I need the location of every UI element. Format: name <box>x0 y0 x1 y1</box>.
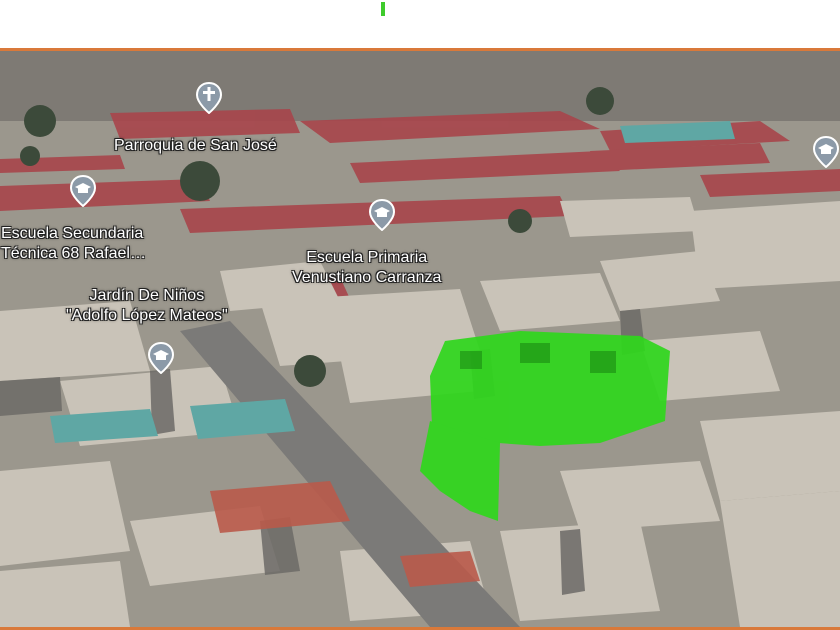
place-of-worship-pin-icon[interactable] <box>196 82 222 114</box>
place-label-line: Técnica 68 Rafael… <box>1 245 146 262</box>
school-pin-icon[interactable] <box>148 342 174 374</box>
place-label-line: Venustiano Carranza <box>292 269 442 286</box>
school-pin-icon[interactable] <box>369 199 395 231</box>
map-3d-view[interactable]: Parroquia de San José Escuela Secundaria… <box>0 51 840 627</box>
place-label-line: "Adolfo López Mateos" <box>66 307 228 324</box>
place-label-escuela-primaria[interactable]: Escuela Primaria Venustiano Carranza <box>292 248 441 288</box>
green-indicator-mark <box>381 2 385 16</box>
place-label-line: Escuela Secundaria <box>1 225 144 242</box>
place-label-line: Parroquia de San José <box>114 137 277 154</box>
school-pin-icon[interactable] <box>70 175 96 207</box>
place-label-line: Escuela Primaria <box>306 249 428 266</box>
school-pin-icon[interactable] <box>813 136 839 168</box>
top-bar <box>0 0 840 48</box>
place-label-parroquia[interactable]: Parroquia de San José <box>114 136 277 156</box>
place-label-line: Jardín De Niños <box>89 287 205 304</box>
place-label-escuela-secundaria[interactable]: Escuela Secundaria Técnica 68 Rafael… <box>1 224 146 264</box>
place-label-jardin-de-ninos[interactable]: Jardín De Niños "Adolfo López Mateos" <box>66 286 228 326</box>
